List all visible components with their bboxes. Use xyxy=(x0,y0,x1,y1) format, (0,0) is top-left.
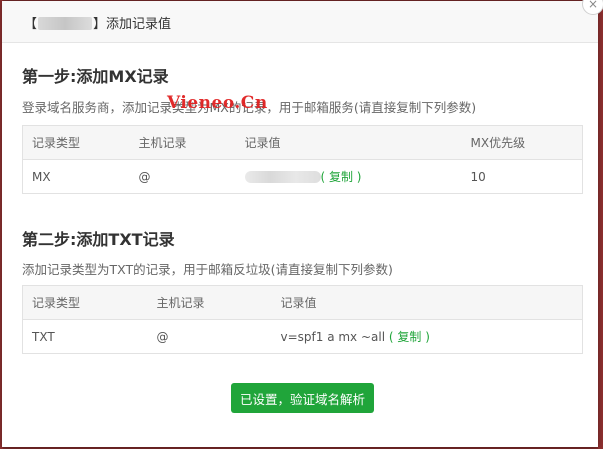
col-header-priority: MX优先级 xyxy=(461,125,583,160)
blurred-domain xyxy=(38,17,93,30)
blurred-mx-value xyxy=(244,171,321,183)
table-row: TXT @ v=spf1 a mx ~all ( 复制 ) xyxy=(22,319,583,354)
table-row: MX @ ( 复制 ) 10 xyxy=(22,159,583,194)
table-header-row: 记录类型 主机记录 记录值 xyxy=(22,285,583,320)
copy-mx-link[interactable]: ( 复制 ) xyxy=(321,170,362,184)
txt-type-cell: TXT xyxy=(22,319,148,354)
background-edge-right xyxy=(598,0,603,449)
title-suffix: 】添加记录值 xyxy=(93,17,172,32)
col-header-type: 记录类型 xyxy=(22,285,148,320)
col-header-type: 记录类型 xyxy=(22,125,130,160)
txt-record-table: 记录类型 主机记录 记录值 TXT @ v=spf1 a mx ~all ( 复… xyxy=(22,285,583,354)
mx-priority-cell: 10 xyxy=(461,159,583,194)
col-header-value: 记录值 xyxy=(271,285,583,320)
col-header-host: 主机记录 xyxy=(147,285,272,320)
copy-txt-link[interactable]: ( 复制 ) xyxy=(389,330,430,344)
txt-value: v=spf1 a mx ~all xyxy=(280,330,386,344)
dialog-header: 【 】添加记录值 × xyxy=(2,0,603,43)
step2-title: 第二步:添加TXT记录 xyxy=(22,230,175,249)
mx-type-cell: MX xyxy=(22,159,130,194)
title-prefix: 【 xyxy=(24,17,38,32)
step1-title: 第一步:添加MX记录 xyxy=(22,67,169,86)
table-header-row: 记录类型 主机记录 记录值 MX优先级 xyxy=(22,125,583,160)
add-record-dialog: 【】添加记录值 × 第一步:添加MX记录 登录域名服务商，添加记录类型为MX的记… xyxy=(2,0,603,447)
mx-host-cell: @ xyxy=(129,159,236,194)
mx-record-table: 记录类型 主机记录 记录值 MX优先级 MX @ ( 复制 ) 10 xyxy=(22,125,583,194)
close-icon: × xyxy=(587,0,599,11)
txt-host-cell: @ xyxy=(147,319,272,354)
col-header-value: 记录值 xyxy=(235,125,462,160)
dialog-title: 【 】添加记录值 xyxy=(24,13,171,32)
mx-value-cell: ( 复制 ) xyxy=(235,159,462,194)
txt-value-cell: v=spf1 a mx ~all ( 复制 ) xyxy=(271,319,583,354)
step2-description: 添加记录类型为TXT的记录，用于邮箱反垃圾(请直接复制下列参数) xyxy=(22,262,393,277)
verify-domain-button[interactable]: 已设置，验证域名解析 xyxy=(231,383,374,413)
watermark: Vieneo.Cn xyxy=(167,93,268,113)
col-header-host: 主机记录 xyxy=(129,125,236,160)
